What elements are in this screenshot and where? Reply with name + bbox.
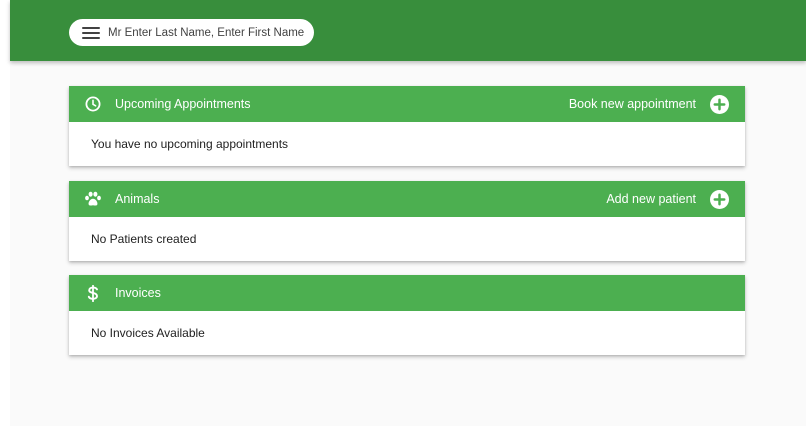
add-circle-icon [710,94,729,114]
animals-header: Animals Add new patient [69,181,745,217]
add-circle-icon [710,189,729,209]
menu-icon [82,26,100,39]
book-appointment-button[interactable]: Book new appointment [568,94,729,114]
add-patient-button[interactable]: Add new patient [606,189,729,209]
animals-card: Animals Add new patient No Patients crea… [69,181,745,261]
appointments-card: Upcoming Appointments Book new appointme… [69,86,745,166]
user-name: Mr Enter Last Name, Enter First Name [108,26,305,39]
paw-icon [84,190,102,208]
appointments-empty-message: You have no upcoming appointments [91,137,289,151]
invoices-empty-message: No Invoices Available [91,326,205,340]
top-app-bar: Mr Enter Last Name, Enter First Name [10,0,806,61]
dollar-icon [84,284,102,302]
invoices-card: Invoices No Invoices Available [69,275,745,355]
appointments-title: Upcoming Appointments [115,97,251,111]
animals-title: Animals [115,192,160,206]
add-patient-label: Add new patient [606,192,696,206]
invoices-header: Invoices [69,275,745,311]
book-appointment-label: Book new appointment [568,97,696,111]
appointments-header: Upcoming Appointments Book new appointme… [69,86,745,122]
user-menu-button[interactable]: Mr Enter Last Name, Enter First Name [69,19,315,46]
clock-icon [84,95,102,113]
animals-empty-message: No Patients created [91,232,197,246]
invoices-title: Invoices [115,286,161,300]
